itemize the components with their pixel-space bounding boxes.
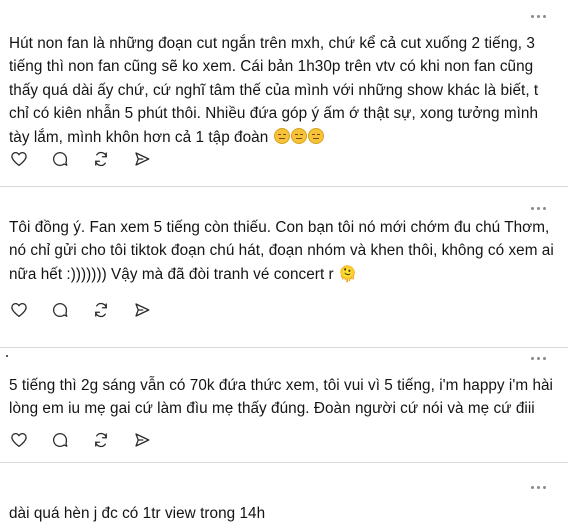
comment-button[interactable] bbox=[50, 430, 70, 450]
post-actions bbox=[9, 149, 173, 169]
comment-icon bbox=[52, 433, 68, 448]
repost-button[interactable] bbox=[91, 300, 111, 320]
share-button[interactable] bbox=[132, 149, 152, 169]
post-text: 5 tiếng thì 2g sáng vẫn có 70k đứa thức … bbox=[9, 377, 558, 418]
post-4: dài quá hèn j đc có 1tr view trong 14h bbox=[0, 463, 568, 531]
repost-button[interactable] bbox=[91, 149, 111, 169]
heart-icon bbox=[11, 432, 27, 448]
like-button[interactable] bbox=[9, 300, 29, 320]
post-text: Hút non fan là những đoạn cut ngắn trên … bbox=[9, 32, 559, 149]
post-text: dài quá hèn j đc có 1tr view trong 14h bbox=[9, 505, 266, 522]
pensive-face-emoji bbox=[307, 127, 324, 144]
pensive-face-emoji bbox=[273, 127, 290, 144]
post-2: Tôi đồng ý. Fan xem 5 tiếng còn thiếu. C… bbox=[0, 187, 568, 347]
post-text: Tôi đồng ý. Fan xem 5 tiếng còn thiếu. C… bbox=[9, 219, 559, 283]
pensive-face-emoji bbox=[290, 127, 307, 144]
more-options-icon[interactable] bbox=[531, 486, 546, 489]
comment-button[interactable] bbox=[50, 149, 70, 169]
share-icon bbox=[135, 152, 150, 166]
repost-icon bbox=[95, 302, 107, 318]
share-button[interactable] bbox=[132, 300, 152, 320]
comment-icon bbox=[52, 152, 68, 167]
stray-mark bbox=[6, 355, 8, 357]
post-1: Hút non fan là những đoạn cut ngắn trên … bbox=[0, 0, 568, 186]
like-button[interactable] bbox=[9, 430, 29, 450]
like-button[interactable] bbox=[9, 149, 29, 169]
post-actions bbox=[9, 300, 173, 320]
repost-button[interactable] bbox=[91, 430, 111, 450]
share-icon bbox=[135, 433, 150, 447]
comment-icon bbox=[52, 303, 68, 318]
more-options-icon[interactable] bbox=[531, 207, 546, 210]
repost-icon bbox=[95, 151, 107, 167]
repost-icon bbox=[95, 432, 107, 448]
share-icon bbox=[135, 303, 150, 317]
post-actions bbox=[9, 430, 173, 450]
heart-icon bbox=[11, 302, 27, 318]
more-options-icon[interactable] bbox=[531, 15, 546, 18]
post-3: 5 tiếng thì 2g sáng vẫn có 70k đứa thức … bbox=[0, 348, 568, 462]
heart-icon bbox=[11, 151, 27, 167]
share-button[interactable] bbox=[132, 430, 152, 450]
more-options-icon[interactable] bbox=[531, 357, 546, 360]
comment-button[interactable] bbox=[50, 300, 70, 320]
